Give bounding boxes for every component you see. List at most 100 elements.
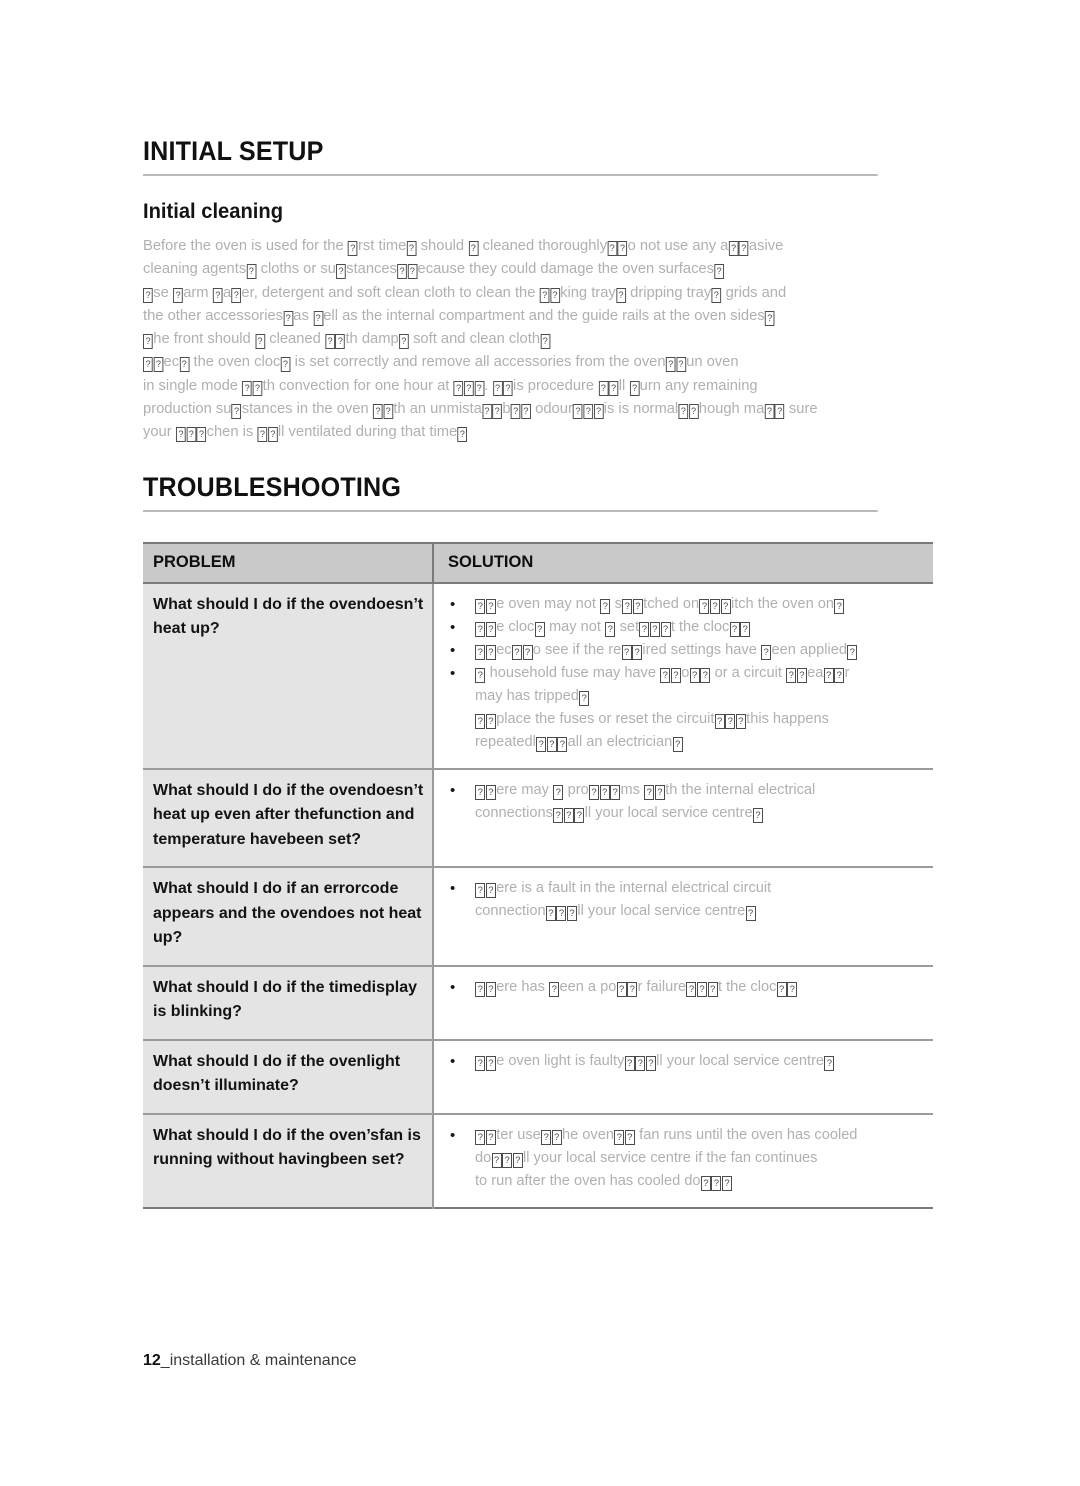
- missing-glyph-box: ?: [485, 883, 496, 899]
- missing-glyph-box: ?: [654, 784, 665, 800]
- solution-list-item: • ?? e oven may not ? s?? tched on??? itch t…: [448, 593, 927, 616]
- problem-cell: What should I do if an errorcode appears…: [143, 867, 433, 967]
- bullet-icon: •: [450, 618, 456, 636]
- missing-glyph-box: ?: [644, 784, 655, 800]
- bullet-icon: •: [450, 1052, 456, 1070]
- solution-list-item: • ?? ere has ? een a po?? r failure??? t the …: [448, 976, 927, 999]
- missing-glyph-box: ?: [464, 380, 474, 396]
- missing-glyph-box: ?: [475, 883, 486, 899]
- missing-glyph-box: ?: [176, 427, 186, 443]
- problem-cell: What should I do if the ovenlight doesn’…: [143, 1039, 433, 1115]
- missing-glyph-box: ?: [511, 644, 522, 660]
- missing-glyph-box: ?: [475, 644, 486, 660]
- missing-glyph-box: ?: [283, 310, 294, 326]
- missing-glyph-box: ?: [711, 287, 722, 303]
- missing-glyph-box: ?: [522, 644, 533, 660]
- missing-glyph-box: ?: [512, 1152, 523, 1168]
- missing-glyph-box: ?: [536, 736, 547, 752]
- missing-glyph-box: ?: [563, 807, 574, 823]
- missing-glyph-box: ?: [242, 380, 253, 396]
- subheading-initial-cleaning: Initial cleaning: [143, 200, 284, 223]
- missing-glyph-box: ?: [697, 981, 708, 997]
- missing-glyph-box: ?: [632, 644, 643, 660]
- problem-cell: What should I do if the oven’sfan is run…: [143, 1113, 433, 1208]
- missing-glyph-box: ?: [553, 807, 564, 823]
- missing-glyph-box: ?: [598, 380, 609, 396]
- missing-glyph-box: ?: [689, 667, 700, 683]
- missing-glyph-box: ?: [313, 310, 323, 326]
- text-line: in single mode ?? th convection for one h…: [143, 376, 758, 396]
- missing-glyph-box: ?: [645, 1055, 656, 1071]
- missing-glyph-box: ?: [700, 1175, 711, 1191]
- solution-cell: • ?? e oven light is faulty??? ll your loca…: [432, 1039, 933, 1115]
- missing-glyph-box: ?: [252, 380, 263, 396]
- missing-glyph-box: ?: [707, 981, 718, 997]
- missing-glyph-box: ?: [670, 667, 681, 683]
- missing-glyph-box: ?: [212, 287, 223, 303]
- solution-list-item: • ? household fuse may have ?? o?? or a ci…: [448, 662, 927, 754]
- missing-glyph-box: ?: [607, 241, 618, 256]
- solution-list-item: • ?? ec?? o see if the re?? ired settings ha…: [448, 639, 927, 662]
- text-line: cleaning agents? cloths or su? stances?? e…: [143, 257, 931, 280]
- missing-glyph-box: ?: [740, 621, 751, 637]
- missing-glyph-box: ?: [475, 1129, 486, 1145]
- missing-glyph-box: ?: [593, 404, 604, 420]
- missing-glyph-box: ?: [551, 1129, 562, 1145]
- problem-line: What should I do if the oven: [153, 595, 367, 613]
- missing-glyph-box: ?: [335, 334, 346, 350]
- missing-glyph-box: ?: [453, 380, 464, 396]
- table-body: What should I do if the ovendoesn’t heat…: [143, 582, 933, 1208]
- text-line: connection??? ll your local service centr…: [475, 900, 927, 923]
- bullet-icon: •: [450, 978, 456, 996]
- page-footer: 12_installation & maintenance: [143, 1352, 356, 1370]
- missing-glyph-box: ?: [173, 287, 183, 303]
- missing-glyph-box: ?: [541, 1129, 552, 1145]
- text-line: ?? ere may ? pro??? ms ?? th the internal e…: [475, 779, 927, 802]
- missing-glyph-box: ?: [540, 334, 551, 350]
- missing-glyph-box: ?: [649, 621, 660, 637]
- missing-glyph-box: ?: [589, 784, 600, 800]
- missing-glyph-box: ?: [796, 667, 807, 683]
- missing-glyph-box: ?: [546, 736, 557, 752]
- missing-glyph-box: ?: [383, 404, 394, 420]
- missing-glyph-box: ?: [143, 357, 153, 373]
- missing-glyph-box: ?: [231, 287, 242, 303]
- missing-glyph-box: ?: [143, 287, 153, 303]
- missing-glyph-box: ?: [475, 598, 486, 614]
- missing-glyph-box: ?: [475, 1055, 486, 1071]
- bullet-icon: •: [450, 595, 456, 613]
- missing-glyph-box: ?: [714, 713, 725, 729]
- missing-glyph-box: ?: [608, 380, 619, 396]
- missing-glyph-box: ?: [660, 667, 671, 683]
- missing-glyph-box: ?: [745, 906, 756, 922]
- missing-glyph-box: ?: [627, 981, 638, 997]
- missing-glyph-box: ?: [280, 357, 291, 373]
- missing-glyph-box: ?: [629, 380, 640, 396]
- missing-glyph-box: ?: [624, 1055, 635, 1071]
- text-line: ?? ec?? o see if the re?? ired settings hav…: [475, 639, 927, 662]
- missing-glyph-box: ?: [475, 713, 486, 729]
- missing-glyph-box: ?: [255, 334, 265, 350]
- missing-glyph-box: ?: [617, 241, 628, 256]
- missing-glyph-box: ?: [728, 241, 739, 256]
- missing-glyph-box: ?: [475, 784, 486, 800]
- solution-list: • ?? e oven light is faulty??? ll your loca…: [448, 1050, 927, 1073]
- bullet-icon: •: [450, 781, 456, 799]
- table-row: What should I do if the oven’sfan is run…: [143, 1113, 933, 1208]
- solution-list: • ?? ter use?? he oven?? fan runs until the…: [448, 1124, 927, 1193]
- text-line: ?? ter use?? he oven?? fan runs until the …: [475, 1124, 927, 1147]
- table-row: What should I do if the ovenlight doesn’…: [143, 1039, 933, 1115]
- missing-glyph-box: ?: [720, 598, 731, 614]
- missing-glyph-box: ?: [616, 981, 627, 997]
- missing-glyph-box: ?: [373, 404, 383, 420]
- missing-glyph-box: ?: [196, 427, 207, 443]
- missing-glyph-box: ?: [614, 1129, 625, 1145]
- missing-glyph-box: ?: [186, 427, 197, 443]
- missing-glyph-box: ?: [407, 264, 418, 280]
- text-line: ?? e oven light is faulty??? ll your local…: [475, 1050, 927, 1073]
- solution-cell: • ?? ter use?? he oven?? fan runs until the…: [432, 1113, 933, 1208]
- text-line: ? se ? arm ? a? er, detergent and soft clean…: [143, 281, 931, 304]
- column-header-problem: PROBLEM: [143, 542, 433, 584]
- missing-glyph-box: ?: [545, 906, 556, 922]
- troubleshooting-table: PROBLEM SOLUTION What should I do if the…: [143, 541, 933, 1209]
